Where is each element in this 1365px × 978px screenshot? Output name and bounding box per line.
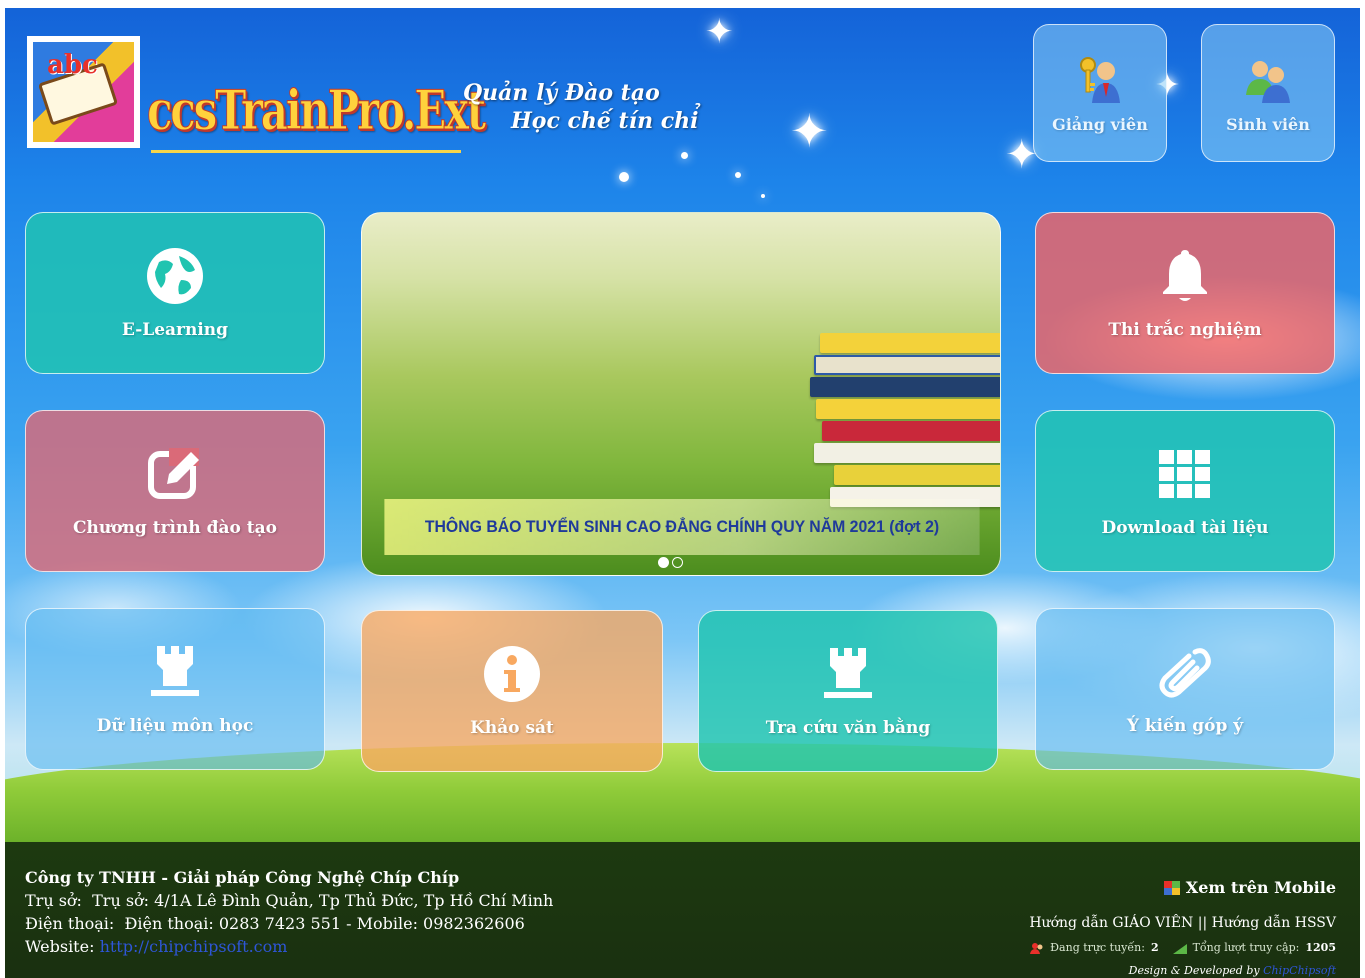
developer-link[interactable]: ChipChipsoft <box>1263 964 1336 977</box>
sparkle-dot <box>761 194 765 198</box>
phone-label: Điện thoại: <box>25 914 115 933</box>
logo-abc-text: abc <box>47 50 98 80</box>
survey-label: Khảo sát <box>470 718 554 738</box>
subject-data-tile[interactable]: Dữ liệu môn học <box>25 608 325 770</box>
total-visits-count: 1205 <box>1305 941 1336 954</box>
rook-icon <box>824 648 872 698</box>
company-name: Công ty TNHH - Giải pháp Công Nghệ Chíp … <box>25 868 460 887</box>
guide-separator: || <box>1197 915 1208 931</box>
students-icon <box>1246 60 1290 103</box>
teacher-icon <box>1080 56 1120 103</box>
edit-icon <box>148 448 199 499</box>
company-phone: Điện thoại: Điện thoại: 0283 7423 551 - … <box>25 912 553 935</box>
sparkle-dot <box>619 172 629 182</box>
sparkle-decoration: ✦ <box>705 12 734 52</box>
quiz-label: Thi trắc nghiệm <box>1108 320 1262 340</box>
app-logo[interactable]: abc <box>27 36 140 148</box>
student-login-button[interactable]: Sinh viên <box>1201 24 1335 162</box>
footer: Công ty TNHH - Giải pháp Công Nghệ Chíp … <box>5 842 1360 978</box>
phone-value: Điện thoại: 0283 7423 551 - Mobile: 0982… <box>124 914 525 933</box>
student-login-label: Sinh viên <box>1226 114 1310 134</box>
mobile-view-link[interactable]: Xem trên Mobile <box>1029 878 1336 897</box>
company-address: Trụ sở: Trụ sở: 4/1A Lê Đình Quản, Tp Th… <box>25 889 553 912</box>
globe-icon <box>147 248 203 304</box>
paperclip-icon <box>1159 648 1211 698</box>
diploma-lookup-label: Tra cứu văn bằng <box>765 718 931 738</box>
news-slider[interactable]: THÔNG BÁO TUYỂN SINH CAO ĐẲNG CHÍNH QUY … <box>361 212 1001 576</box>
quiz-tile[interactable]: Thi trắc nghiệm <box>1035 212 1335 374</box>
download-label: Download tài liệu <box>1101 518 1269 538</box>
background-scene: ✦ ✦ ✦ ✦ abc ccsTrainPro.Ext Quản lý Đào … <box>5 8 1360 978</box>
tagline-line-1: Quản lý Đào tạo <box>463 80 660 106</box>
grid-icon <box>1159 450 1210 498</box>
feedback-tile[interactable]: Ý kiến góp ý <box>1035 608 1335 770</box>
teacher-login-label: Giảng viên <box>1052 114 1148 134</box>
credit-prefix: Design & Developed by <box>1128 964 1260 977</box>
developer-credit: Design & Developed by ChipChipsoft <box>1029 964 1336 977</box>
rook-icon <box>151 646 199 696</box>
tagline: Quản lý Đào tạo Học chế tín chỉ <box>463 80 698 134</box>
mobile-view-icon <box>1163 880 1180 895</box>
company-info: Công ty TNHH - Giải pháp Công Nghệ Chíp … <box>25 866 553 958</box>
guide-links: Hướng dẫn GIÁO VIÊN || Hướng dẫn HSSV <box>1029 915 1336 931</box>
curriculum-label: Chương trình đào tạo <box>72 518 278 538</box>
address-value: Trụ sở: 4/1A Lê Đình Quản, Tp Thủ Đức, T… <box>92 891 554 910</box>
online-users-icon <box>1030 942 1043 954</box>
website-label: Website: <box>25 937 95 956</box>
brand-title: ccsTrainPro.Ext <box>147 78 487 143</box>
curriculum-tile[interactable]: Chương trình đào tạo <box>25 410 325 572</box>
download-tile[interactable]: Download tài liệu <box>1035 410 1335 572</box>
sparkle-decoration: ✦ <box>790 104 829 158</box>
chart-icon <box>1172 943 1187 954</box>
survey-tile[interactable]: Khảo sát <box>361 610 663 772</box>
student-guide-link[interactable]: Hướng dẫn HSSV <box>1212 915 1336 931</box>
info-icon <box>484 646 540 702</box>
sparkle-dot <box>681 152 688 159</box>
subject-data-label: Dữ liệu môn học <box>96 716 254 736</box>
total-visits-label: Tổng lượt truy cập: <box>1192 941 1300 954</box>
teacher-login-button[interactable]: Giảng viên <box>1033 24 1167 162</box>
slider-pagination <box>658 557 683 568</box>
slide-dot-2[interactable] <box>672 557 683 568</box>
company-website: Website: http://chipchipsoft.com <box>25 935 553 958</box>
mobile-view-label: Xem trên Mobile <box>1185 878 1336 897</box>
slide-dot-1[interactable] <box>658 557 669 568</box>
bell-icon <box>1163 250 1207 301</box>
visitor-stats: Đang trực tuyến: 2 Tổng lượt truy cập: 1… <box>1029 941 1336 954</box>
website-link[interactable]: http://chipchipsoft.com <box>100 937 288 956</box>
diploma-lookup-tile[interactable]: Tra cứu văn bằng <box>698 610 998 772</box>
elearning-tile[interactable]: E-Learning <box>25 212 325 374</box>
address-label: Trụ sở: <box>25 891 82 910</box>
brand-underline <box>151 150 461 153</box>
sparkle-dot <box>735 172 741 178</box>
teacher-guide-link[interactable]: Hướng dẫn GIÁO VIÊN <box>1029 915 1193 931</box>
logo-graphic: abc <box>33 42 134 142</box>
slide-caption-link[interactable]: THÔNG BÁO TUYỂN SINH CAO ĐẲNG CHÍNH QUY … <box>384 499 980 555</box>
footer-links: Xem trên Mobile Hướng dẫn GIÁO VIÊN || H… <box>1029 878 1336 977</box>
elearning-label: E-Learning <box>121 320 229 340</box>
online-count: 2 <box>1150 941 1159 954</box>
online-label: Đang trực tuyến: <box>1050 941 1145 954</box>
feedback-label: Ý kiến góp ý <box>1126 716 1244 736</box>
tagline-line-2: Học chế tín chỉ <box>511 108 699 134</box>
